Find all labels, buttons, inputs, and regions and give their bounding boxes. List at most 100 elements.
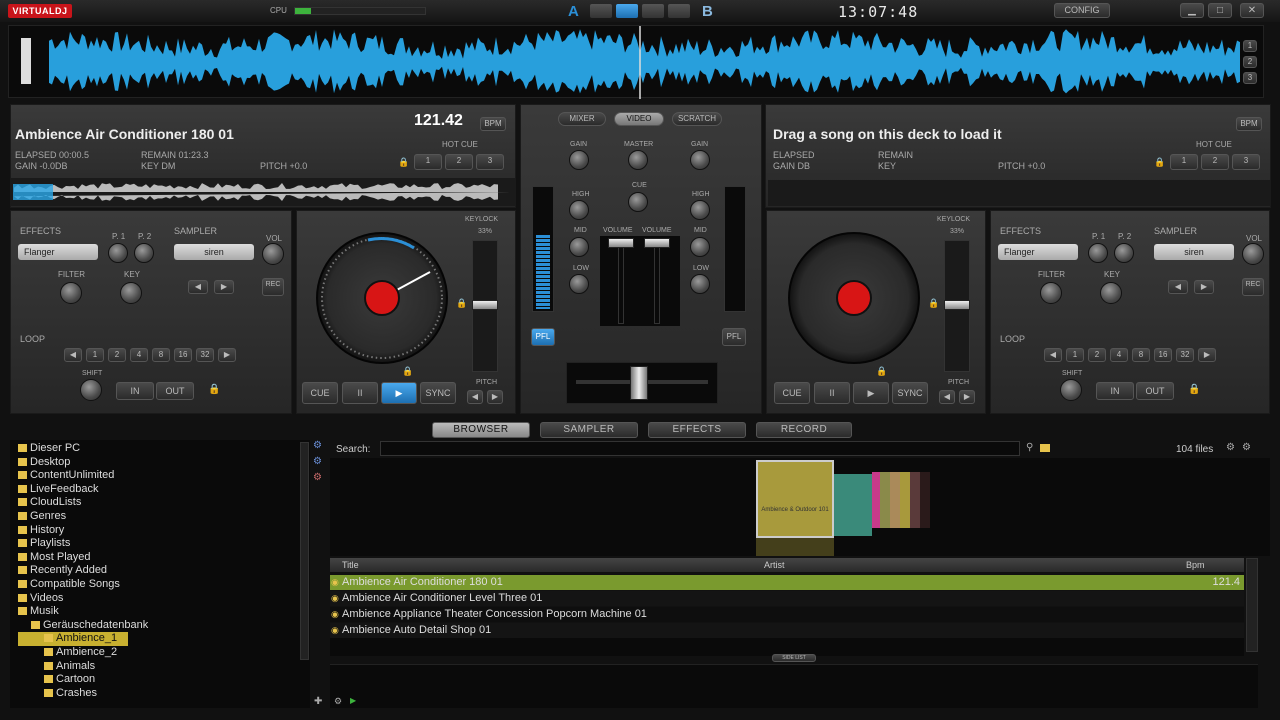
search-options-icon[interactable]: ⚲: [1026, 442, 1033, 453]
add-folder-icon[interactable]: ✚: [314, 696, 322, 707]
right-key-knob[interactable]: [1100, 282, 1122, 304]
right-play-button[interactable]: ▶: [853, 382, 889, 404]
table-row[interactable]: ◉ Ambience Auto Detail Shop 01: [330, 623, 1244, 638]
side-list-button[interactable]: SIDE LIST: [772, 654, 816, 662]
right-effect-select[interactable]: Flanger: [998, 244, 1078, 260]
cover-art-5[interactable]: [890, 472, 900, 528]
tab-record[interactable]: RECORD: [756, 422, 852, 438]
cover-art-8[interactable]: [920, 472, 930, 528]
left-pitch-lock-icon[interactable]: 🔒: [456, 298, 467, 309]
right-sampler-rec-button[interactable]: REC: [1242, 278, 1264, 296]
left-jog-lock-icon[interactable]: 🔒: [402, 366, 413, 377]
main-waveform[interactable]: [8, 25, 1264, 99]
table-row[interactable]: ◉ Ambience Air Conditioner Level Three 01: [330, 591, 1244, 606]
config-button[interactable]: CONFIG: [1054, 3, 1110, 18]
left-volume-track[interactable]: [618, 240, 624, 324]
zoom-button-1[interactable]: 1: [1243, 40, 1257, 52]
right-pitch-up-button[interactable]: ▶: [959, 390, 975, 404]
tree-item[interactable]: Compatible Songs: [18, 578, 310, 592]
right-volume-track[interactable]: [654, 240, 660, 324]
view-mode-icon[interactable]: ⚙: [1226, 442, 1235, 453]
zoom-button-2[interactable]: 2: [1243, 56, 1257, 68]
minimize-button[interactable]: ▁: [1180, 3, 1204, 18]
left-filter-knob[interactable]: [60, 282, 82, 304]
sideview-icon-2[interactable]: ⚙: [313, 456, 322, 467]
right-mini-waveform[interactable]: [768, 180, 1270, 206]
tree-item[interactable]: Most Played: [18, 551, 310, 565]
sideview-icon-3[interactable]: ⚙: [313, 472, 322, 483]
left-hotcue-2[interactable]: 2: [445, 154, 473, 170]
cover-art-3[interactable]: [872, 472, 880, 528]
tree-item[interactable]: Animals: [18, 660, 310, 674]
left-loop-out-button[interactable]: OUT: [156, 382, 194, 400]
right-loop-lock-icon[interactable]: 🔒: [1188, 384, 1200, 395]
left-sampler-vol-knob[interactable]: [262, 243, 284, 265]
left-shift-knob[interactable]: [80, 379, 102, 401]
cover-art-selected[interactable]: Ambience & Outdoor 101: [756, 460, 834, 538]
tree-item[interactable]: Recently Added: [18, 564, 310, 578]
maximize-button[interactable]: □: [1208, 3, 1232, 18]
left-loop-4[interactable]: 4: [130, 348, 148, 362]
cover-art-6[interactable]: [900, 472, 910, 528]
view-options-icon[interactable]: ⚙: [1242, 442, 1251, 453]
left-pause-button[interactable]: II: [342, 382, 378, 404]
layout-button-4[interactable]: [668, 4, 690, 18]
right-pfl-button[interactable]: PFL: [722, 328, 746, 346]
right-p2-knob[interactable]: [1114, 243, 1134, 263]
tree-item[interactable]: Geräuschedatenbank: [18, 619, 310, 633]
right-jog-lock-icon[interactable]: 🔒: [876, 366, 887, 377]
left-pitch-down-button[interactable]: ◀: [467, 390, 483, 404]
right-sampler-prev-button[interactable]: ◀: [1168, 280, 1188, 294]
right-pause-button[interactable]: II: [814, 382, 850, 404]
cover-art-2[interactable]: [834, 474, 872, 536]
layout-button-2[interactable]: [616, 4, 638, 18]
tree-item[interactable]: CloudLists: [18, 496, 310, 510]
tree-item[interactable]: Musik: [18, 605, 310, 619]
column-title[interactable]: Title: [342, 558, 359, 572]
table-row[interactable]: ◉ Ambience Air Conditioner 180 01 121.4: [330, 575, 1244, 590]
left-loop-2[interactable]: 2: [108, 348, 126, 362]
app-logo[interactable]: VIRTUALDJ: [8, 4, 72, 18]
left-cue-button[interactable]: CUE: [302, 382, 338, 404]
tab-browser[interactable]: BROWSER: [432, 422, 530, 438]
left-loop-prev-button[interactable]: ◀: [64, 348, 82, 362]
right-sampler-next-button[interactable]: ▶: [1194, 280, 1214, 294]
mixer-master-knob[interactable]: [628, 150, 648, 170]
left-sync-button[interactable]: SYNC: [420, 382, 456, 404]
mixer-gain-left-knob[interactable]: [569, 150, 589, 170]
right-loop-out-button[interactable]: OUT: [1136, 382, 1174, 400]
left-p1-knob[interactable]: [108, 243, 128, 263]
layout-button-3[interactable]: [642, 4, 664, 18]
right-loop-4[interactable]: 4: [1110, 348, 1128, 362]
right-loop-1[interactable]: 1: [1066, 348, 1084, 362]
right-pitch-down-button[interactable]: ◀: [939, 390, 955, 404]
mixer-high-right-knob[interactable]: [690, 200, 710, 220]
right-loop-next-button[interactable]: ▶: [1198, 348, 1216, 362]
right-pitch-lock-icon[interactable]: 🔒: [928, 298, 939, 309]
tree-item[interactable]: Genres: [18, 510, 310, 524]
mixer-gain-right-knob[interactable]: [690, 150, 710, 170]
tree-item[interactable]: Ambience_2: [18, 646, 310, 660]
tree-item[interactable]: Desktop: [18, 456, 310, 470]
left-hotcue-1[interactable]: 1: [414, 154, 442, 170]
zoom-button-3[interactable]: 3: [1243, 72, 1257, 84]
right-hotcue-2[interactable]: 2: [1201, 154, 1229, 170]
right-shift-knob[interactable]: [1060, 379, 1082, 401]
tracklist-scrollbar[interactable]: [1246, 558, 1258, 652]
close-button[interactable]: ✕: [1240, 3, 1264, 18]
table-row[interactable]: ◉ Ambience Appliance Theater Concession P…: [330, 607, 1244, 622]
left-p2-knob[interactable]: [134, 243, 154, 263]
left-effect-select[interactable]: Flanger: [18, 244, 98, 260]
left-loop-in-button[interactable]: IN: [116, 382, 154, 400]
right-loop-2[interactable]: 2: [1088, 348, 1106, 362]
tree-item[interactable]: Playlists: [18, 537, 310, 551]
left-pitch-up-button[interactable]: ▶: [487, 390, 503, 404]
right-loop-8[interactable]: 8: [1132, 348, 1150, 362]
left-key-knob[interactable]: [120, 282, 142, 304]
right-loop-in-button[interactable]: IN: [1096, 382, 1134, 400]
left-sampler-next-button[interactable]: ▶: [214, 280, 234, 294]
right-bpm-button[interactable]: BPM: [1236, 117, 1262, 131]
tree-item[interactable]: Dieser PC: [18, 442, 310, 456]
layout-button-1[interactable]: [590, 4, 612, 18]
right-loop-16[interactable]: 16: [1154, 348, 1172, 362]
